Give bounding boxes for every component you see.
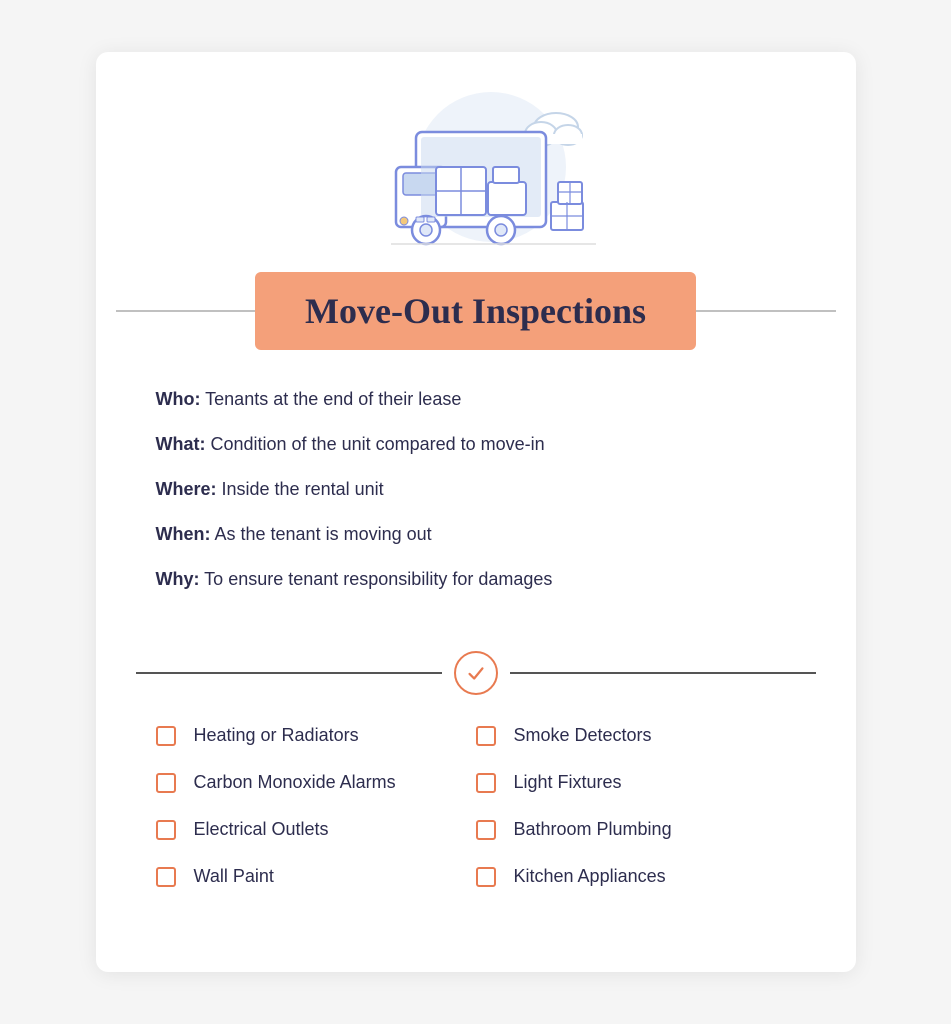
main-title: Move-Out Inspections — [305, 290, 646, 332]
checklist-left-col: Heating or Radiators Carbon Monoxide Alar… — [156, 725, 476, 913]
checkbox-icon — [156, 867, 176, 887]
info-row-0: Who: Tenants at the end of their lease — [156, 386, 796, 413]
checklist-section: Heating or Radiators Carbon Monoxide Alar… — [96, 725, 856, 913]
checklist-right-item-2: Bathroom Plumbing — [476, 819, 796, 840]
checkbox-icon — [476, 773, 496, 793]
card: Move-Out Inspections Who: Tenants at the… — [96, 52, 856, 972]
checklist-right-item-0: Smoke Detectors — [476, 725, 796, 746]
title-banner-wrapper: Move-Out Inspections — [116, 272, 836, 350]
divider — [136, 651, 816, 695]
checkbox-icon — [476, 867, 496, 887]
divider-line-right — [510, 672, 816, 674]
info-row-1: What: Condition of the unit compared to … — [156, 431, 796, 458]
checklist-right-item-1: Light Fixtures — [476, 772, 796, 793]
title-dash-left — [116, 310, 256, 312]
title-banner: Move-Out Inspections — [255, 272, 696, 350]
checkbox-icon — [476, 820, 496, 840]
divider-line-left — [136, 672, 442, 674]
title-dash-right — [696, 310, 836, 312]
checklist-right-col: Smoke Detectors Light Fixtures Bathroom Pl… — [476, 725, 796, 913]
checkbox-icon — [156, 726, 176, 746]
info-section: Who: Tenants at the end of their lease Wh… — [96, 350, 856, 621]
checklist-left-item-0: Heating or Radiators — [156, 725, 476, 746]
checklist-left-item-2: Electrical Outlets — [156, 819, 476, 840]
checkbox-icon — [476, 726, 496, 746]
info-row-4: Why: To ensure tenant responsibility for… — [156, 566, 796, 593]
checkbox-icon — [156, 773, 176, 793]
check-circle — [454, 651, 498, 695]
checklist-right-item-3: Kitchen Appliances — [476, 866, 796, 887]
checklist-left-item-1: Carbon Monoxide Alarms — [156, 772, 476, 793]
checklist-left-item-3: Wall Paint — [156, 866, 476, 887]
checkbox-icon — [156, 820, 176, 840]
info-row-3: When: As the tenant is moving out — [156, 521, 796, 548]
illustration-area — [96, 52, 856, 272]
info-row-2: Where: Inside the rental unit — [156, 476, 796, 503]
